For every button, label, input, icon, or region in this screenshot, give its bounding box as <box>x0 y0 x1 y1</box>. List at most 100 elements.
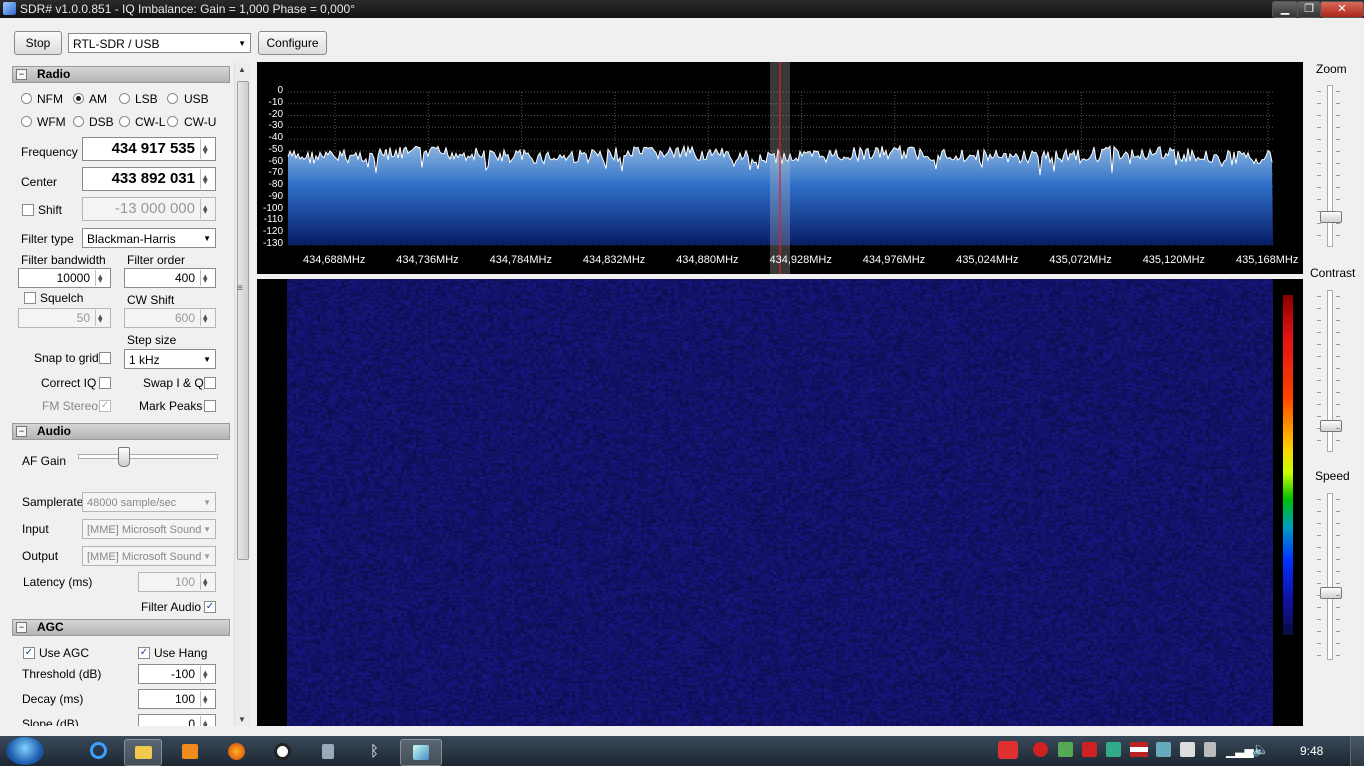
scroll-up-icon[interactable]: ▲ <box>238 65 246 74</box>
af-gain-slider-thumb[interactable] <box>118 447 130 467</box>
tray-gift-icon[interactable] <box>998 741 1018 759</box>
taskbar-ie-icon[interactable] <box>80 739 116 764</box>
device-select[interactable]: RTL-SDR / USB ▼ <box>68 33 251 53</box>
spinner-icon[interactable] <box>200 307 214 329</box>
use-agc-checkbox[interactable]: ✓ <box>23 647 35 659</box>
spinner-icon[interactable] <box>200 267 214 289</box>
y-tick-label: -110 <box>263 214 283 226</box>
decay-input[interactable]: 100 <box>138 688 216 710</box>
frequency-input[interactable]: 434 917 535 <box>82 136 216 162</box>
minimize-button[interactable]: ▁ <box>1272 1 1298 18</box>
taskbar-explorer-icon[interactable] <box>124 739 162 766</box>
tray-volume-icon[interactable]: 🔈 <box>1252 741 1269 758</box>
audio-section-header[interactable]: − Audio <box>12 423 230 440</box>
af-gain-track[interactable] <box>78 454 218 459</box>
tray-network-tool-icon[interactable] <box>1106 742 1121 757</box>
stop-button[interactable]: Stop <box>14 31 62 55</box>
left-panel-scrollbar[interactable]: ▲ ▼ <box>234 63 250 726</box>
mode-cwl-radio[interactable] <box>119 116 130 127</box>
threshold-input[interactable]: -100 <box>138 663 216 685</box>
tray-blocked-icon[interactable] <box>1033 742 1048 757</box>
tray-battery-icon[interactable] <box>1204 742 1216 757</box>
swap-iq-checkbox[interactable] <box>204 377 216 389</box>
output-select[interactable]: [MME] Microsoft Sound ▼ <box>82 546 216 566</box>
show-desktop-button[interactable] <box>1350 736 1364 766</box>
filter-type-select[interactable]: Blackman-Harris ▼ <box>82 228 216 248</box>
shift-input[interactable]: -13 000 000 <box>82 196 216 222</box>
spinner-icon[interactable] <box>200 136 214 162</box>
close-button[interactable]: ✕ <box>1320 1 1364 18</box>
mode-cwu-radio[interactable] <box>167 116 178 127</box>
chevron-down-icon: ▼ <box>238 39 246 48</box>
correct-iq-checkbox[interactable] <box>99 377 111 389</box>
fm-stereo-checkbox[interactable]: ✓ <box>99 400 111 412</box>
tray-antivirus-icon[interactable] <box>1082 742 1097 757</box>
taskbar-media-icon[interactable] <box>172 739 208 764</box>
radio-section-header[interactable]: − Radio <box>12 66 230 83</box>
configure-button[interactable]: Configure <box>258 31 327 55</box>
speed-slider-thumb[interactable] <box>1320 587 1342 599</box>
swap-iq-label: Swap I & Q <box>143 376 204 390</box>
zoom-slider-thumb[interactable] <box>1320 211 1342 223</box>
mark-peaks-checkbox[interactable] <box>204 400 216 412</box>
collapse-icon[interactable]: − <box>16 426 27 437</box>
splitter-grip-icon[interactable]: ≡ <box>237 283 243 294</box>
snap-to-grid-checkbox[interactable] <box>99 352 111 364</box>
taskbar-sdrsharp-icon[interactable] <box>400 739 442 766</box>
taskbar-clock[interactable]: 9:48 <box>1300 744 1323 758</box>
mode-usb-radio[interactable] <box>167 93 178 104</box>
taskbar-panda-icon[interactable] <box>264 739 300 764</box>
tray-monitor-icon[interactable] <box>1156 742 1171 757</box>
spinner-icon[interactable] <box>200 196 214 222</box>
filter-bandwidth-input[interactable]: 10000 <box>18 267 111 289</box>
filter-order-input[interactable]: 400 <box>124 267 216 289</box>
input-select[interactable]: [MME] Microsoft Sound ▼ <box>82 519 216 539</box>
mode-lsb-radio[interactable] <box>119 93 130 104</box>
samplerate-select[interactable]: 48000 sample/sec ▼ <box>82 492 216 512</box>
cw-shift-input[interactable]: 600 <box>124 307 216 329</box>
start-button[interactable] <box>6 737 44 765</box>
spinner-icon[interactable] <box>95 267 109 289</box>
collapse-icon[interactable]: − <box>16 69 27 80</box>
center-input[interactable]: 433 892 031 <box>82 166 216 192</box>
latency-input[interactable]: 100 <box>138 571 216 593</box>
taskbar-bluetooth-icon[interactable]: ᛒ <box>356 739 392 764</box>
scroll-down-icon[interactable]: ▼ <box>238 715 246 724</box>
spinner-icon[interactable] <box>200 166 214 192</box>
spinner-icon[interactable] <box>200 663 214 685</box>
contrast-slider-thumb[interactable] <box>1320 420 1342 432</box>
tray-language-icon[interactable] <box>1130 742 1148 757</box>
tray-signal-icon[interactable]: ▁▃▅ <box>1226 744 1254 758</box>
waterfall-canvas[interactable] <box>287 279 1273 726</box>
spinner-icon[interactable] <box>200 688 214 710</box>
chevron-down-icon: ▼ <box>203 498 211 507</box>
mode-nfm-label: NFM <box>37 92 63 106</box>
use-hang-checkbox[interactable]: ✓ <box>138 647 150 659</box>
mode-wfm-radio[interactable] <box>21 116 32 127</box>
collapse-icon[interactable]: − <box>16 622 27 633</box>
agc-section-header[interactable]: − AGC <box>12 619 230 636</box>
spinner-icon[interactable] <box>95 307 109 329</box>
spinner-icon[interactable] <box>200 713 214 726</box>
shift-checkbox[interactable] <box>22 204 34 216</box>
tray-flag-icon[interactable] <box>1180 742 1195 757</box>
spinner-icon[interactable] <box>200 571 214 593</box>
squelch-checkbox[interactable] <box>24 292 36 304</box>
tray-usb-icon[interactable] <box>1058 742 1073 757</box>
scrollbar-thumb[interactable] <box>237 81 249 560</box>
mode-am-radio[interactable] <box>73 93 84 104</box>
waterfall-display[interactable] <box>257 279 1303 726</box>
taskbar-firefox-icon[interactable] <box>218 739 254 764</box>
input-label: Input <box>22 522 49 536</box>
filter-audio-checkbox[interactable]: ✓ <box>204 601 216 613</box>
spectrum-plot[interactable] <box>257 62 1303 274</box>
taskbar-app-icon[interactable] <box>310 739 346 764</box>
spectrum-analyzer[interactable]: 0 -10 -20 -30 -40 -50 -60 -70 -80 -90 -100 -110 -120… <box>257 62 1303 274</box>
step-size-select[interactable]: 1 kHz ▼ <box>124 349 216 369</box>
mode-dsb-radio[interactable] <box>73 116 84 127</box>
speed-slider-track[interactable] <box>1327 493 1333 660</box>
squelch-input[interactable]: 50 <box>18 307 111 329</box>
mode-nfm-radio[interactable] <box>21 93 32 104</box>
slope-input[interactable]: 0 <box>138 713 216 726</box>
maximize-button[interactable]: ❐ <box>1297 1 1321 18</box>
